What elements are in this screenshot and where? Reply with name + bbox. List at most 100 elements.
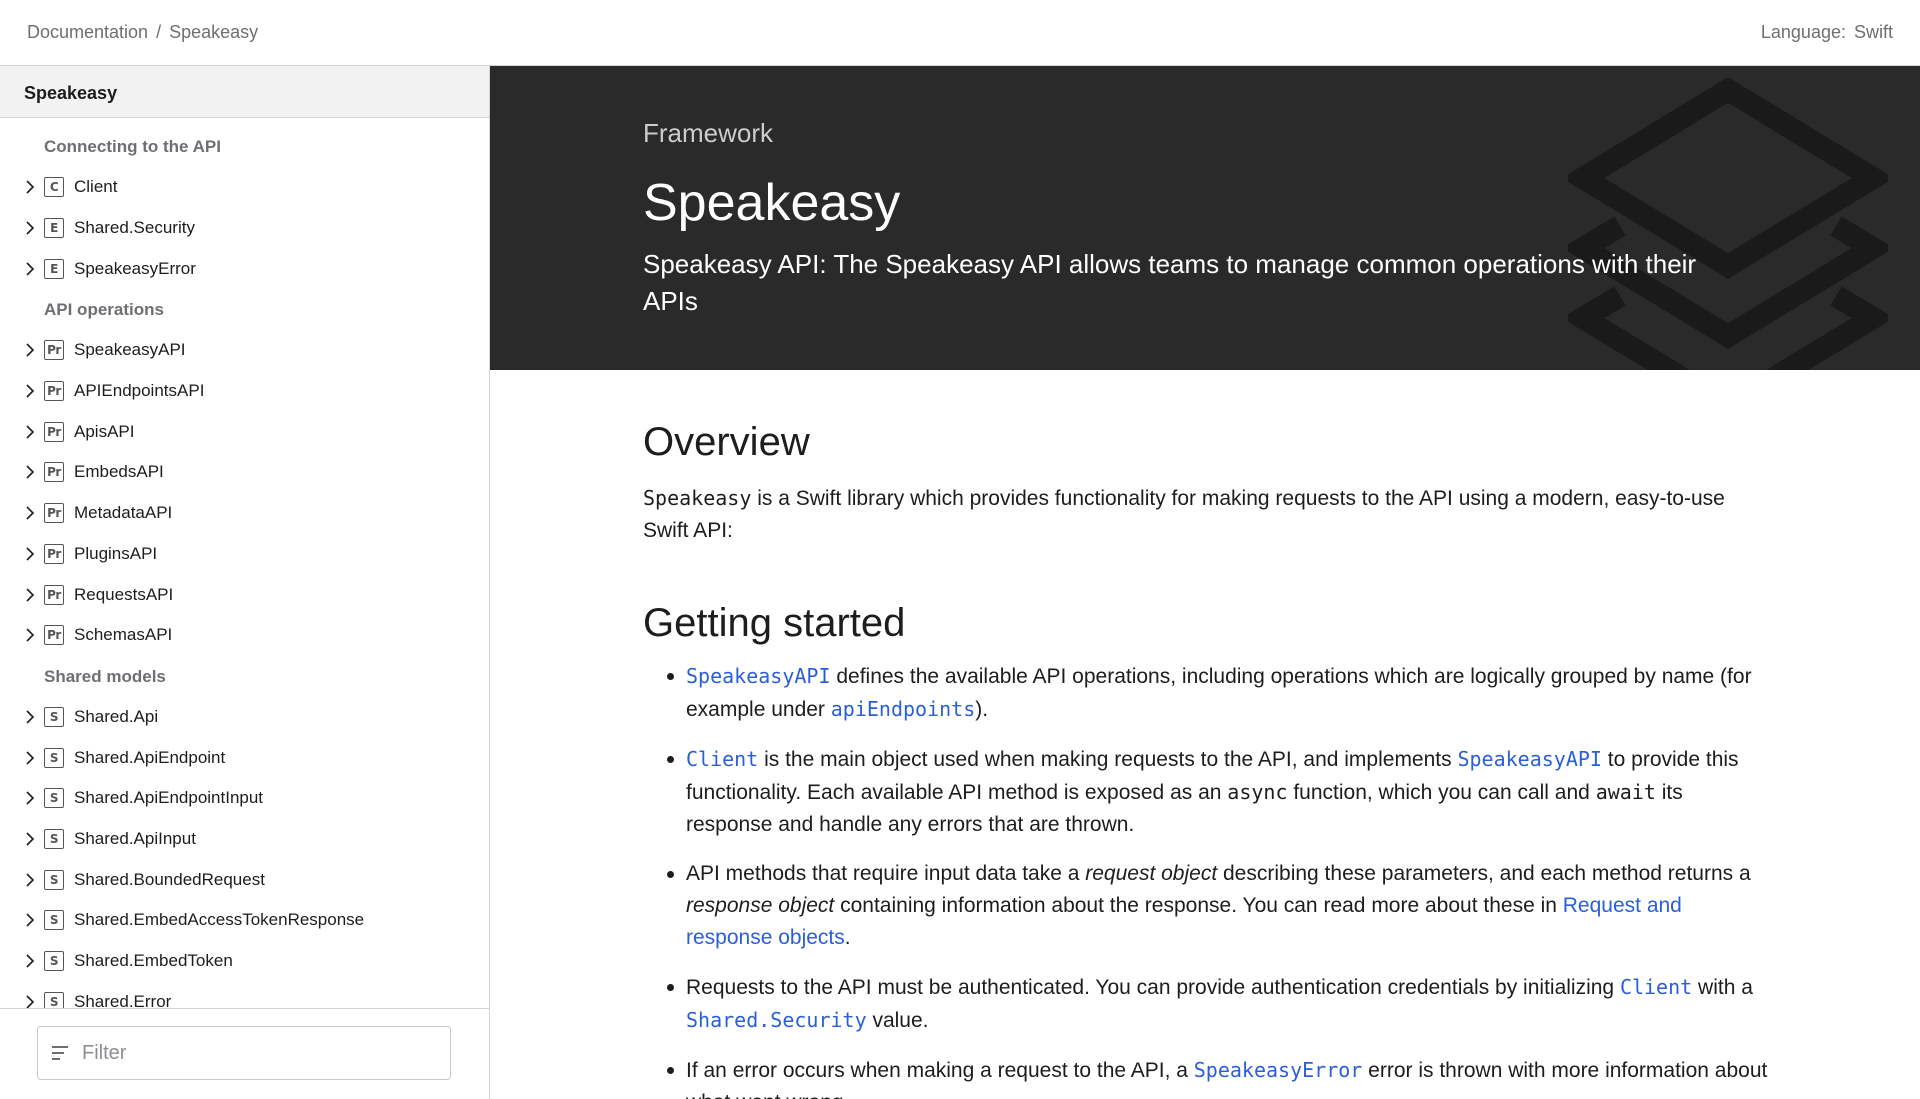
list-item: Client is the main object used when maki… — [643, 743, 1773, 841]
symbol-kind-icon: E — [44, 258, 64, 279]
chevron-right-icon[interactable] — [24, 954, 36, 968]
chevron-right-icon[interactable] — [24, 628, 36, 642]
symbol-link-speakeasyapi[interactable]: SpeakeasyAPI — [686, 664, 831, 688]
sidebar-item-shared-apiendpointinput[interactable]: S Shared.ApiEndpointInput — [0, 778, 489, 819]
chevron-right-icon[interactable] — [24, 384, 36, 398]
chevron-right-icon[interactable] — [24, 547, 36, 561]
sidebar-item-label: APIEndpointsAPI — [74, 381, 205, 401]
list-item: If an error occurs when making a request… — [643, 1054, 1773, 1099]
sidebar-item-shared-embedtoken[interactable]: S Shared.EmbedToken — [0, 941, 489, 982]
chevron-right-icon[interactable] — [24, 425, 36, 439]
sidebar-item-requestsapi[interactable]: Pr RequestsAPI — [0, 574, 489, 615]
symbol-link-shared-security[interactable]: Shared.Security — [686, 1008, 867, 1032]
chevron-right-icon[interactable] — [24, 710, 36, 724]
chevron-right-icon[interactable] — [24, 343, 36, 357]
sidebar-item-label: SchemasAPI — [74, 625, 173, 645]
chevron-right-icon[interactable] — [24, 465, 36, 480]
sidebar-item-speakeasyerror[interactable]: E SpeakeasyError — [0, 248, 489, 289]
symbol-kind-icon: Pr — [44, 381, 64, 402]
chevron-right-icon[interactable] — [24, 180, 36, 194]
hero-abstract: Speakeasy API: The Speakeasy API allows … — [643, 249, 1697, 316]
filter-input[interactable] — [82, 1041, 402, 1065]
symbol-link-client-2[interactable]: Client — [1620, 975, 1692, 999]
chevron-right-icon[interactable] — [24, 587, 36, 602]
list-item: API methods that require input data take… — [643, 858, 1773, 954]
sidebar-item-label: SpeakeasyAPI — [74, 340, 186, 360]
symbol-link-apiendpoints[interactable]: apiEndpoints — [831, 697, 976, 721]
chevron-right-icon[interactable] — [24, 995, 36, 1009]
sidebar-item-label: PluginsAPI — [74, 543, 158, 563]
breadcrumb-separator: / — [156, 22, 162, 42]
sidebar-title[interactable]: Speakeasy — [0, 66, 489, 118]
hero-eyebrow: Framework — [643, 118, 774, 148]
sidebar-item-label: Shared.Security — [74, 218, 195, 238]
sidebar-section-title: Connecting to the API — [44, 137, 221, 156]
symbol-kind-icon: Pr — [44, 625, 64, 646]
sidebar-item-apisapi[interactable]: Pr ApisAPI — [0, 411, 489, 452]
language-switcher: Language: Swift — [1761, 22, 1893, 43]
filter-area — [0, 1008, 489, 1099]
symbol-kind-icon: Pr — [44, 503, 64, 524]
symbol-kind-icon: C — [44, 177, 64, 198]
breadcrumb-documentation[interactable]: Documentation — [27, 22, 148, 43]
sidebar-section-title: Shared models — [44, 666, 166, 686]
page-title: Speakeasy — [643, 174, 901, 232]
chevron-right-icon[interactable] — [24, 262, 36, 276]
sidebar-item-schemasapi[interactable]: Pr SchemasAPI — [0, 615, 489, 656]
layers-icon — [1568, 78, 1888, 370]
chevron-right-icon[interactable] — [24, 873, 36, 887]
getting-started-list: SpeakeasyAPI defines the available API o… — [643, 660, 1773, 1099]
sidebar-item-shared-api[interactable]: S Shared.Api — [0, 697, 489, 738]
sidebar-section-title: API operations — [44, 300, 164, 320]
sidebar-item-label: Shared.ApiInput — [74, 828, 196, 848]
top-bar: Documentation / Speakeasy Language: Swif… — [0, 0, 1920, 66]
symbol-kind-icon: Pr — [44, 462, 64, 483]
breadcrumb: Documentation / Speakeasy — [27, 22, 258, 43]
getting-started-heading: Getting started — [643, 601, 906, 645]
sidebar-item-apiendpointsapi[interactable]: Pr APIEndpointsAPI — [0, 371, 489, 412]
code-async: async — [1227, 780, 1288, 804]
chevron-right-icon[interactable] — [24, 506, 36, 520]
sidebar-item-metadataapi[interactable]: Pr MetadataAPI — [0, 493, 489, 534]
sidebar: Speakeasy Connecting to the API C Client E S… — [0, 66, 490, 1099]
symbol-kind-icon: S — [44, 788, 64, 809]
sidebar-item-shared-apiendpoint[interactable]: S Shared.ApiEndpoint — [0, 737, 489, 778]
list-item: SpeakeasyAPI defines the available API o… — [643, 660, 1773, 726]
symbol-kind-icon: S — [44, 747, 64, 768]
sidebar-nav[interactable]: Connecting to the API C Client E Shared.Secu… — [0, 118, 489, 1076]
language-value[interactable]: Swift — [1854, 22, 1893, 43]
symbol-kind-icon: Pr — [44, 584, 64, 605]
symbol-kind-icon: S — [44, 706, 64, 727]
symbol-kind-icon: Pr — [44, 543, 64, 564]
symbol-kind-icon: E — [44, 218, 64, 239]
breadcrumb-current: Speakeasy — [169, 22, 259, 42]
chevron-right-icon[interactable] — [24, 751, 36, 765]
sidebar-item-client[interactable]: C Client — [0, 167, 489, 208]
sidebar-item-label: Shared.BoundedRequest — [74, 869, 265, 889]
symbol-kind-icon: Pr — [44, 421, 64, 442]
sidebar-item-label: Shared.EmbedToken — [74, 951, 233, 971]
chevron-right-icon[interactable] — [24, 913, 36, 927]
symbol-kind-icon: S — [44, 869, 64, 890]
chevron-right-icon[interactable] — [24, 221, 36, 235]
sidebar-item-shared-embedaccesstokenresponse[interactable]: S Shared.EmbedAccessTokenResponse — [0, 900, 489, 941]
overview-text: is a Swift library which provides functi… — [643, 487, 1725, 542]
sidebar-item-shared-apiinput[interactable]: S Shared.ApiInput — [0, 819, 489, 860]
sidebar-item-pluginsapi[interactable]: Pr PluginsAPI — [0, 534, 489, 575]
chevron-right-icon[interactable] — [24, 791, 36, 805]
symbol-kind-icon: S — [44, 828, 64, 849]
symbol-link-speakeasyerror[interactable]: SpeakeasyError — [1194, 1058, 1363, 1082]
sidebar-item-embedsapi[interactable]: Pr EmbedsAPI — [0, 452, 489, 493]
sidebar-item-label: MetadataAPI — [74, 503, 173, 523]
filter-icon — [52, 1046, 68, 1060]
filter-box[interactable] — [37, 1026, 451, 1080]
sidebar-item-label: Shared.EmbedAccessTokenResponse — [74, 910, 365, 930]
sidebar-item-shared-boundedrequest[interactable]: S Shared.BoundedRequest — [0, 859, 489, 900]
sidebar-item-shared-security[interactable]: E Shared.Security — [0, 208, 489, 249]
chevron-right-icon[interactable] — [24, 832, 36, 846]
symbol-link-client[interactable]: Client — [686, 747, 758, 771]
sidebar-item-label: SpeakeasyError — [74, 258, 196, 278]
symbol-link-speakeasyapi-2[interactable]: SpeakeasyAPI — [1457, 747, 1602, 771]
symbol-kind-icon: S — [44, 910, 64, 931]
sidebar-item-speakeasyapi[interactable]: Pr SpeakeasyAPI — [0, 330, 489, 371]
